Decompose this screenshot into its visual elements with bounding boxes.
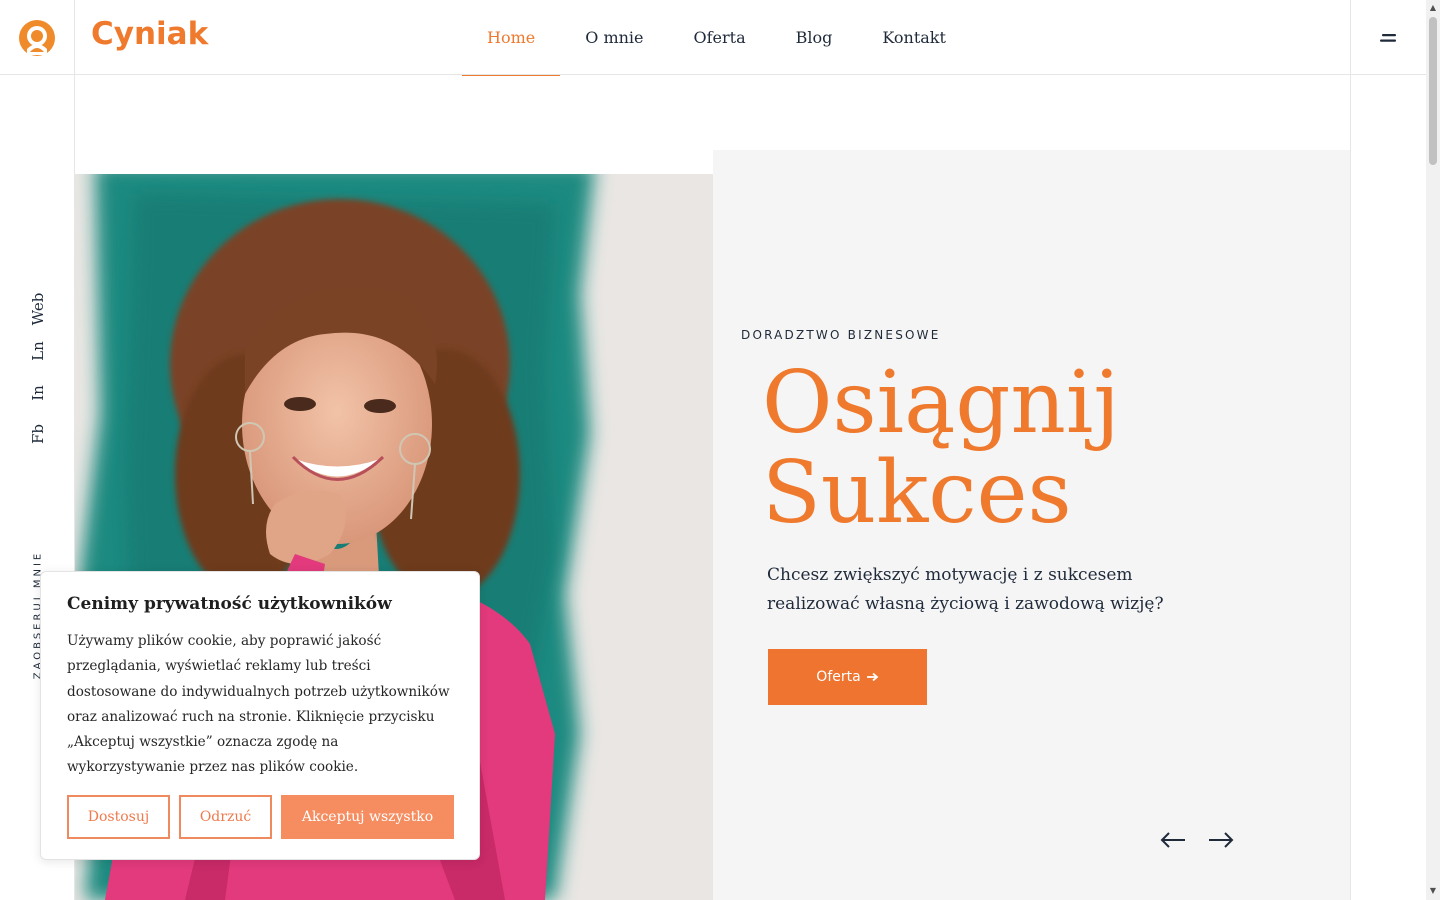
hero-headline-line2: Sukces [762, 443, 1072, 543]
nav-item-oferta[interactable]: Oferta [669, 0, 771, 75]
scroll-up-arrow-icon[interactable]: ▲ [1429, 3, 1437, 13]
offer-button[interactable]: Oferta [768, 649, 927, 705]
hero-headline: Osiągnij Sukces [762, 358, 1120, 538]
arrow-right-icon [866, 672, 879, 682]
hamburger-menu-icon [1379, 33, 1396, 42]
social-link-web[interactable]: Web [29, 293, 47, 326]
avatar-logo-icon [19, 19, 55, 56]
nav-item-kontakt[interactable]: Kontakt [857, 0, 971, 75]
slider-prev-button[interactable] [1160, 828, 1186, 852]
nav-item-blog[interactable]: Blog [771, 0, 858, 75]
social-link-linkedin[interactable]: Ln [29, 341, 47, 361]
cookie-buttons: Dostosuj Odrzuć Akceptuj wszystko [67, 795, 454, 839]
scroll-down-arrow-icon[interactable]: ▼ [1429, 886, 1437, 896]
cookie-reject-button[interactable]: Odrzuć [179, 795, 272, 839]
page-scrollbar[interactable]: ▲ ▼ [1426, 0, 1440, 900]
main-nav: Home O mnie Oferta Blog Kontakt [462, 0, 971, 76]
nav-item-home[interactable]: Home [462, 0, 561, 76]
menu-toggle-button[interactable] [1350, 0, 1426, 75]
scrollbar-thumb[interactable] [1429, 17, 1437, 165]
right-rail [1350, 75, 1426, 900]
cookie-consent-dialog: Cenimy prywatność użytkowników Używamy p… [40, 571, 480, 860]
site-header: Cyniak Home O mnie Oferta Blog Kontakt [0, 0, 1426, 76]
slider-controls [1160, 828, 1234, 852]
offer-button-label: Oferta [816, 669, 861, 685]
cookie-customize-button[interactable]: Dostosuj [67, 795, 170, 839]
slider-next-button[interactable] [1208, 828, 1234, 852]
nav-item-o-mnie[interactable]: O mnie [560, 0, 668, 75]
logo-link[interactable] [0, 0, 75, 75]
cookie-title: Cenimy prywatność użytkowników [67, 594, 392, 614]
cookie-accept-all-button[interactable]: Akceptuj wszystko [281, 795, 454, 839]
social-link-facebook[interactable]: Fb [29, 424, 47, 444]
hero-headline-line1: Osiągnij [762, 353, 1121, 453]
hero-eyebrow: DORADZTWO BIZNESOWE [741, 328, 941, 342]
hero-subtitle: Chcesz zwiększyć motywację i z sukcesem … [767, 565, 1164, 614]
brand-name[interactable]: Cyniak [91, 16, 208, 52]
social-link-instagram[interactable]: In [29, 385, 47, 401]
cookie-description: Używamy plików cookie, aby poprawić jako… [67, 633, 450, 776]
